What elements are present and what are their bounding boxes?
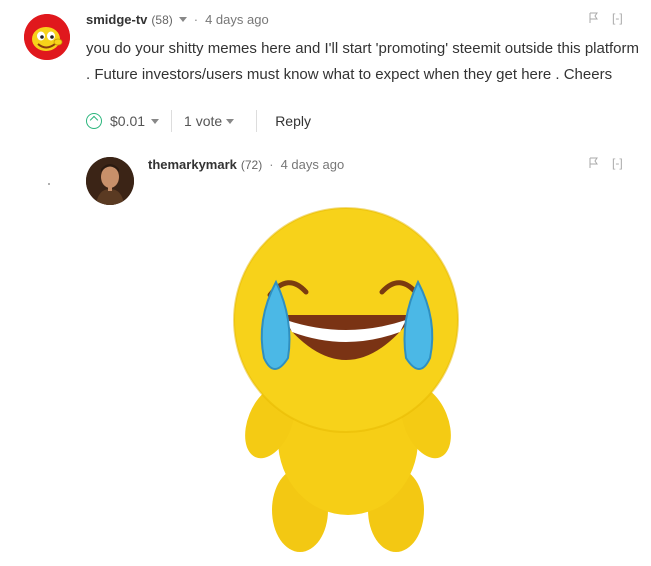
caret-down-icon[interactable] bbox=[226, 118, 235, 124]
comment-meta: themarkymark (72) · 4 days ago bbox=[148, 157, 344, 172]
emoji-avatar-icon bbox=[24, 14, 70, 60]
reply-button[interactable]: Reply bbox=[275, 113, 311, 129]
comment-author[interactable]: smidge-tv bbox=[86, 12, 147, 27]
caret-down-icon[interactable] bbox=[178, 17, 187, 22]
comment-meta: smidge-tv (58) · 4 days ago bbox=[86, 12, 269, 27]
caret-down-icon[interactable] bbox=[151, 118, 160, 124]
comment-time[interactable]: 4 days ago bbox=[281, 157, 345, 172]
vote-count[interactable]: 1 vote bbox=[184, 113, 222, 129]
separator-dot: · bbox=[269, 157, 274, 172]
author-reputation: (72) bbox=[240, 157, 263, 172]
avatar[interactable] bbox=[86, 157, 134, 205]
upvote-icon[interactable] bbox=[86, 113, 102, 129]
user-photo-icon bbox=[86, 157, 134, 205]
separator-dot: · bbox=[193, 12, 199, 27]
flag-icon[interactable] bbox=[588, 12, 600, 27]
collapse-toggle[interactable]: [-] bbox=[612, 156, 623, 170]
comment-body: you do your shitty memes here and I'll s… bbox=[86, 40, 640, 83]
comment-actions: $0.01 1 vote Reply bbox=[86, 110, 311, 132]
comment-time[interactable]: 4 days ago bbox=[205, 12, 269, 27]
comment-image[interactable] bbox=[148, 190, 546, 561]
comment-author[interactable]: themarkymark bbox=[148, 157, 237, 172]
thread-dot bbox=[48, 183, 50, 185]
divider bbox=[256, 110, 258, 132]
payout-value[interactable]: $0.01 bbox=[110, 113, 145, 129]
divider bbox=[171, 110, 173, 132]
author-reputation: (58) bbox=[151, 12, 173, 27]
collapse-toggle[interactable]: [-] bbox=[612, 11, 623, 25]
laughing-emoji-plush-icon bbox=[233, 207, 459, 552]
avatar[interactable] bbox=[24, 14, 70, 60]
flag-icon[interactable] bbox=[588, 157, 600, 172]
